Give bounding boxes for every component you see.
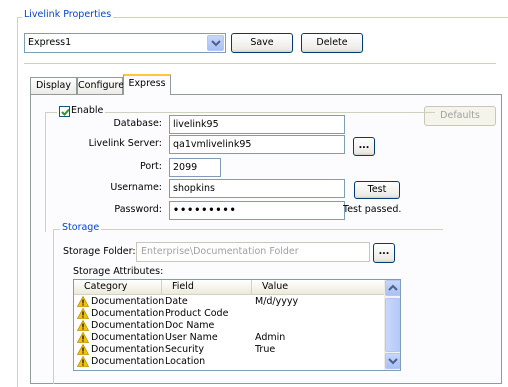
table-row[interactable]: Documentation Security True <box>74 344 384 355</box>
chevron-up-icon <box>388 284 398 291</box>
chevron-down-icon[interactable] <box>207 35 224 51</box>
table-row[interactable]: Documentation Date M/d/yyyy <box>74 296 384 307</box>
password-label: Password: <box>114 204 162 215</box>
cell-value: M/d/yyyy <box>255 296 299 307</box>
test-button[interactable]: Test <box>354 181 400 199</box>
test-status: Test passed. <box>343 204 402 215</box>
cell-field: Product Code <box>165 308 229 319</box>
password-field[interactable]: ••••••••• <box>169 201 345 220</box>
save-button[interactable]: Save <box>231 33 293 53</box>
storage-folder-field: Enterprise\Documentation Folder <box>136 242 370 262</box>
storage-folder-browse-button[interactable]: ... <box>373 243 395 263</box>
storage-attributes-label: Storage Attributes: <box>73 266 164 277</box>
cell-field: Date <box>165 296 188 307</box>
storage-folder-label: Storage Folder: <box>63 246 136 257</box>
cell-category: Documentation <box>91 344 165 355</box>
cell-field: Security <box>165 344 205 355</box>
port-field[interactable]: 2099 <box>169 158 221 177</box>
cell-value: Admin <box>255 332 286 343</box>
profile-select-value: Express1 <box>28 37 72 48</box>
table-header: Category Field Value <box>74 280 384 295</box>
table-scrollbar[interactable] <box>384 280 400 370</box>
cell-category: Documentation <box>91 296 165 307</box>
server-label: Livelink Server: <box>88 138 162 149</box>
username-label: Username: <box>110 182 162 193</box>
database-label: Database: <box>113 118 162 129</box>
table-row[interactable]: Documentation Location <box>74 356 384 367</box>
column-header-category[interactable]: Category <box>74 280 162 295</box>
cell-category: Documentation <box>91 320 165 331</box>
tab-express[interactable]: Express <box>123 74 171 95</box>
scroll-up-button[interactable] <box>385 280 400 296</box>
port-label: Port: <box>139 161 162 172</box>
group-title: Livelink Properties <box>22 9 114 20</box>
cell-category: Documentation <box>91 332 165 343</box>
column-header-field[interactable]: Field <box>162 280 252 295</box>
cell-category: Documentation <box>91 308 165 319</box>
warning-icon <box>77 356 89 367</box>
tab-configure[interactable]: Configure <box>77 77 124 94</box>
scroll-down-button[interactable] <box>385 353 400 369</box>
scroll-thumb[interactable] <box>385 298 400 352</box>
warning-icon <box>77 344 89 355</box>
separator <box>24 63 496 65</box>
warning-icon <box>77 296 89 307</box>
column-header-value[interactable]: Value <box>252 280 384 295</box>
cell-field: Doc Name <box>165 320 215 331</box>
profile-select[interactable]: Express1 <box>24 33 226 53</box>
cell-field: User Name <box>165 332 218 343</box>
server-browse-button[interactable]: ... <box>353 137 375 156</box>
server-field[interactable]: qa1vmlivelink95 <box>169 135 345 154</box>
chevron-down-icon <box>388 358 398 365</box>
database-field[interactable]: livelink95 <box>169 115 345 134</box>
username-field[interactable]: shopkins <box>169 179 345 198</box>
storage-title: Storage <box>60 222 102 233</box>
cell-value: True <box>255 344 276 355</box>
table-row[interactable]: Documentation Product Code <box>74 308 384 319</box>
delete-button[interactable]: Delete <box>301 33 363 53</box>
storage-attributes-table[interactable]: Category Field Value Documentation Date … <box>73 279 401 371</box>
warning-icon <box>77 308 89 319</box>
tab-display[interactable]: Display <box>30 77 77 94</box>
warning-icon <box>77 320 89 331</box>
cell-field: Location <box>165 356 206 367</box>
table-row[interactable]: Documentation User Name Admin <box>74 332 384 343</box>
cell-category: Documentation <box>91 356 165 367</box>
warning-icon <box>77 332 89 343</box>
table-row[interactable]: Documentation Doc Name <box>74 320 384 331</box>
